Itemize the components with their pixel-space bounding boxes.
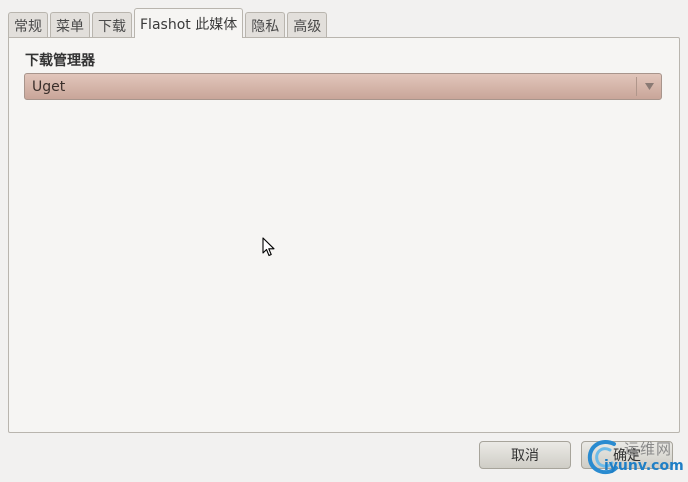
- download-manager-selected-value: Uget: [32, 78, 66, 95]
- tab-general[interactable]: 常规: [8, 12, 48, 38]
- tab-bar: 常规 菜单 下载 Flashot 此媒体 隐私 高级: [8, 8, 329, 38]
- download-manager-label: 下载管理器: [25, 53, 95, 69]
- watermark-url: iyunv.com: [604, 458, 684, 474]
- tab-menu[interactable]: 菜单: [50, 12, 90, 38]
- watermark: 运维网 iyunv.com: [584, 434, 684, 480]
- tab-panel: 下载管理器 Uget: [8, 37, 680, 433]
- download-manager-select[interactable]: Uget: [24, 73, 662, 100]
- preferences-window: 常规 菜单 下载 Flashot 此媒体 隐私 高级 下载管理器 Uget 取消…: [0, 0, 688, 482]
- tab-flashot-media[interactable]: Flashot 此媒体: [134, 8, 244, 38]
- cancel-button[interactable]: 取消: [479, 441, 571, 469]
- tab-privacy[interactable]: 隐私: [245, 12, 286, 38]
- watermark-site-name: 运维网: [624, 440, 673, 458]
- mouse-pointer-icon: [262, 237, 276, 261]
- tab-download[interactable]: 下载: [92, 12, 132, 38]
- combo-separator: [636, 77, 637, 96]
- chevron-down-icon[interactable]: [643, 83, 655, 90]
- tab-advanced[interactable]: 高级: [287, 12, 328, 38]
